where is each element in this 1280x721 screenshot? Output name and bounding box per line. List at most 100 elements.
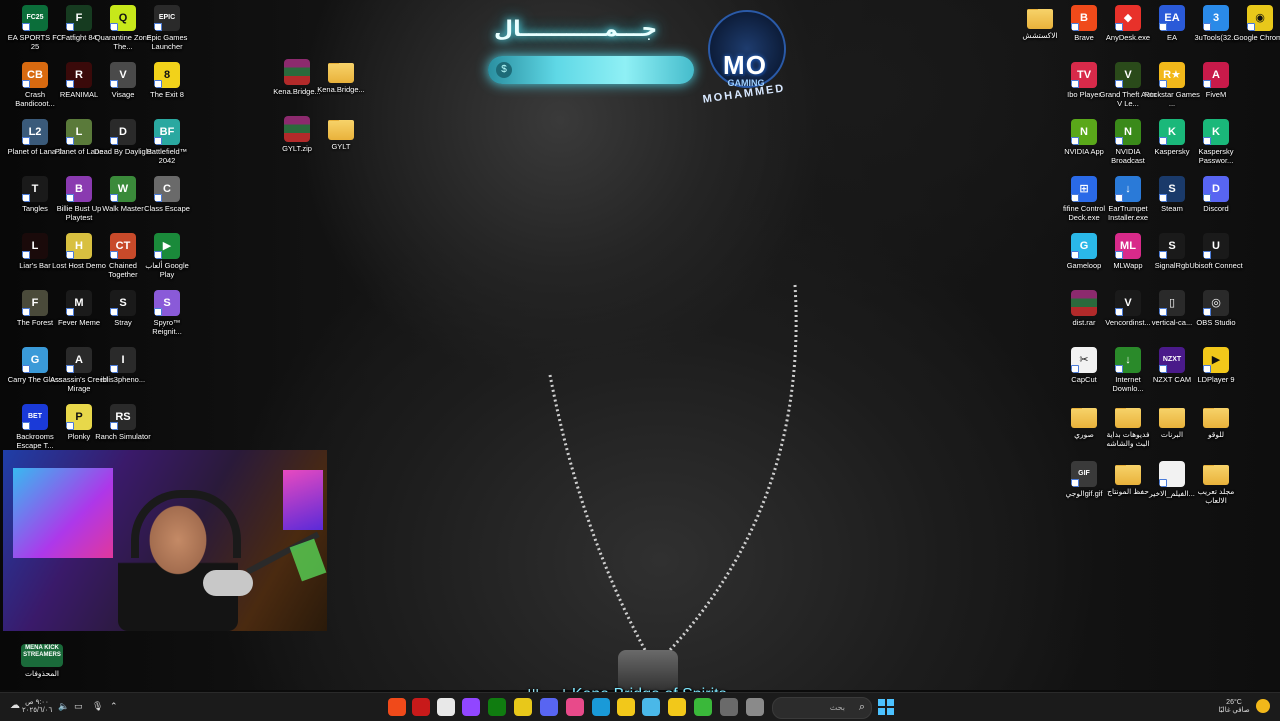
edge-taskbar-icon[interactable] bbox=[592, 698, 610, 716]
folder-icon bbox=[328, 63, 354, 83]
desktop-icon[interactable]: مجلد تعريب الالعاب bbox=[1186, 458, 1246, 514]
chevron-up-icon[interactable]: ⌃ bbox=[110, 702, 118, 711]
desktop-icon-label: Class Escape bbox=[144, 204, 190, 213]
desktop-icon[interactable]: U Ubisoft Connect bbox=[1186, 230, 1246, 286]
desktop-icon[interactable]: Iiblis3pheno... bbox=[93, 344, 153, 400]
xbox-taskbar-icon[interactable] bbox=[488, 698, 506, 716]
start-button[interactable] bbox=[878, 699, 894, 715]
recycle-bin[interactable]: MENA KICK STREAMERS المحذوفات bbox=[12, 640, 72, 696]
weather-icon[interactable]: ☁ bbox=[10, 700, 22, 718]
network-icon[interactable]: ▭ bbox=[74, 702, 83, 711]
reanimal-icon: R bbox=[66, 62, 92, 88]
spyro-icon: S bbox=[154, 290, 180, 316]
desktop-icon-label: Kena.Bridge... bbox=[317, 85, 365, 94]
weather-temp: 26°C bbox=[1226, 699, 1242, 706]
ibo-player-icon: TV bbox=[1071, 62, 1097, 88]
taskbar-search[interactable]: بحث ⌕ bbox=[772, 697, 872, 719]
weather-desc: صافي غالبًا bbox=[1218, 707, 1250, 714]
epic-games-icon: EPIC bbox=[154, 5, 180, 31]
desktop-icon[interactable]: Kena.Bridge... bbox=[311, 56, 371, 112]
folder-icon bbox=[328, 120, 354, 140]
ranch-simulator-icon: RS bbox=[110, 404, 136, 430]
desktop-icon[interactable]: ▶ LDPlayer 9 bbox=[1186, 344, 1246, 400]
desktop-icon[interactable]: ◎ OBS Studio bbox=[1186, 287, 1246, 343]
desktop-icon-label: OBS Studio bbox=[1196, 318, 1236, 327]
desktop-icon[interactable]: A FiveM bbox=[1186, 59, 1246, 115]
volume-icon[interactable]: 🔈 bbox=[58, 702, 69, 711]
folder-icon bbox=[1203, 465, 1229, 485]
coin-icon: $ bbox=[496, 62, 512, 78]
webcam-overlay bbox=[3, 450, 327, 631]
desktop-icon-label: Discord bbox=[1203, 204, 1229, 213]
backrooms-icon: BET bbox=[22, 404, 48, 430]
desktop-icon[interactable]: C Class Escape bbox=[137, 173, 197, 229]
desktop-icon-label: Kaspersky Passwor... bbox=[1198, 147, 1234, 165]
itunes-taskbar-icon[interactable] bbox=[566, 698, 584, 716]
sun-icon bbox=[1256, 699, 1270, 713]
file-explorer-taskbar-icon[interactable] bbox=[668, 698, 686, 716]
fc25-icon: FC25 bbox=[22, 5, 48, 31]
twitch-taskbar-icon[interactable] bbox=[462, 698, 480, 716]
3utools-icon: 3 bbox=[1203, 5, 1229, 31]
anydesk-icon: ◆ bbox=[1115, 5, 1141, 31]
chrome-taskbar-icon[interactable] bbox=[514, 698, 532, 716]
desktop-icon-label: The Exit 8 bbox=[150, 90, 184, 99]
desktop-icon-label: Battlefield™ 2042 bbox=[146, 147, 188, 165]
quarantine-zone-icon: Q bbox=[110, 5, 136, 31]
desktop-icon[interactable]: BF Battlefield™ 2042 bbox=[137, 116, 197, 172]
chrome-active-taskbar-icon[interactable] bbox=[642, 698, 660, 716]
nvidia-app-icon: N bbox=[1071, 119, 1097, 145]
store-taskbar-icon[interactable] bbox=[720, 698, 738, 716]
eartrumpet-icon: ↓ bbox=[1115, 176, 1141, 202]
exit8-icon: 8 bbox=[154, 62, 180, 88]
billie-bust-up-icon: B bbox=[66, 176, 92, 202]
discord-taskbar-icon[interactable] bbox=[540, 698, 558, 716]
logo-initials: MO bbox=[723, 50, 767, 80]
folder-icon bbox=[1071, 408, 1097, 428]
kaspersky-icon: K bbox=[1159, 119, 1185, 145]
desktop-icon[interactable]: RS Ranch Simulator bbox=[93, 401, 153, 457]
winrar-archive-icon bbox=[284, 59, 310, 85]
liars-bar-icon: L bbox=[22, 233, 48, 259]
folder-icon bbox=[1159, 408, 1185, 428]
desktop-icon-label: Ubisoft Connect bbox=[1189, 261, 1243, 270]
desktop-icon[interactable]: S Spyro™ Reignit... bbox=[137, 287, 197, 343]
desktop-icon[interactable]: 8 The Exit 8 bbox=[137, 59, 197, 115]
ubisoft-icon: U bbox=[1203, 233, 1229, 259]
google-play-games-icon: ▶ bbox=[154, 233, 180, 259]
gameloop-icon: G bbox=[1071, 233, 1097, 259]
desktop-icon[interactable]: للوقو bbox=[1186, 401, 1246, 457]
weather-widget[interactable]: 26°C صافي غالبًا bbox=[1216, 699, 1252, 715]
desktop-icon-label: iblis3pheno... bbox=[100, 375, 146, 384]
chained-together-icon: CT bbox=[110, 233, 136, 259]
necklace-graphic bbox=[548, 284, 798, 652]
desktop-icon-label: Google Chrome bbox=[1233, 33, 1280, 42]
photos-taskbar-icon[interactable] bbox=[746, 698, 764, 716]
desktop-icon[interactable]: ◉ Google Chrome bbox=[1230, 2, 1280, 58]
desktop-icon[interactable]: EPIC Epic Games Launcher bbox=[137, 2, 197, 58]
winrar-archive-icon bbox=[1071, 290, 1097, 316]
antivirus-taskbar-icon[interactable] bbox=[412, 698, 430, 716]
tangles-icon: T bbox=[22, 176, 48, 202]
rockstar-icon: R★ bbox=[1159, 62, 1185, 88]
desktop-icon[interactable]: D Discord bbox=[1186, 173, 1246, 229]
fatfight-icon: F bbox=[66, 5, 92, 31]
desktop-icon-label: LDPlayer 9 bbox=[1197, 375, 1235, 384]
brave-taskbar-icon[interactable] bbox=[388, 698, 406, 716]
fever-meme-icon: M bbox=[66, 290, 92, 316]
desktop-icon-label: Epic Games Launcher bbox=[146, 33, 188, 51]
desktop-icon[interactable]: GYLT bbox=[311, 113, 371, 169]
desktop-icon-label: FiveM bbox=[1205, 90, 1227, 99]
clock[interactable]: ٩:٠٠ ص ٢٠٢٥/٦/٠٦ bbox=[22, 699, 52, 715]
desktop-icon[interactable]: ▶ ألعاب Google Play bbox=[137, 230, 197, 286]
brave-icon: B bbox=[1071, 5, 1097, 31]
chatgpt-taskbar-icon[interactable] bbox=[437, 698, 455, 716]
mic-icon[interactable]: 🎙 bbox=[92, 702, 103, 711]
desktop-icon[interactable]: K Kaspersky Passwor... bbox=[1186, 116, 1246, 172]
norton-taskbar-icon[interactable] bbox=[617, 698, 635, 716]
desktop-icon-label: GYLT bbox=[331, 142, 351, 151]
taskbar: ☁ ٩:٠٠ ص ٢٠٢٥/٦/٠٦ 🔈 ▭ 🎙 ⌃ بحث ⌕ 26°C صا… bbox=[0, 692, 1280, 721]
recycle-bin-icon: MENA KICK STREAMERS bbox=[21, 644, 63, 667]
planet-of-lana-2-icon: L2 bbox=[22, 119, 48, 145]
maps-taskbar-icon[interactable] bbox=[694, 698, 712, 716]
